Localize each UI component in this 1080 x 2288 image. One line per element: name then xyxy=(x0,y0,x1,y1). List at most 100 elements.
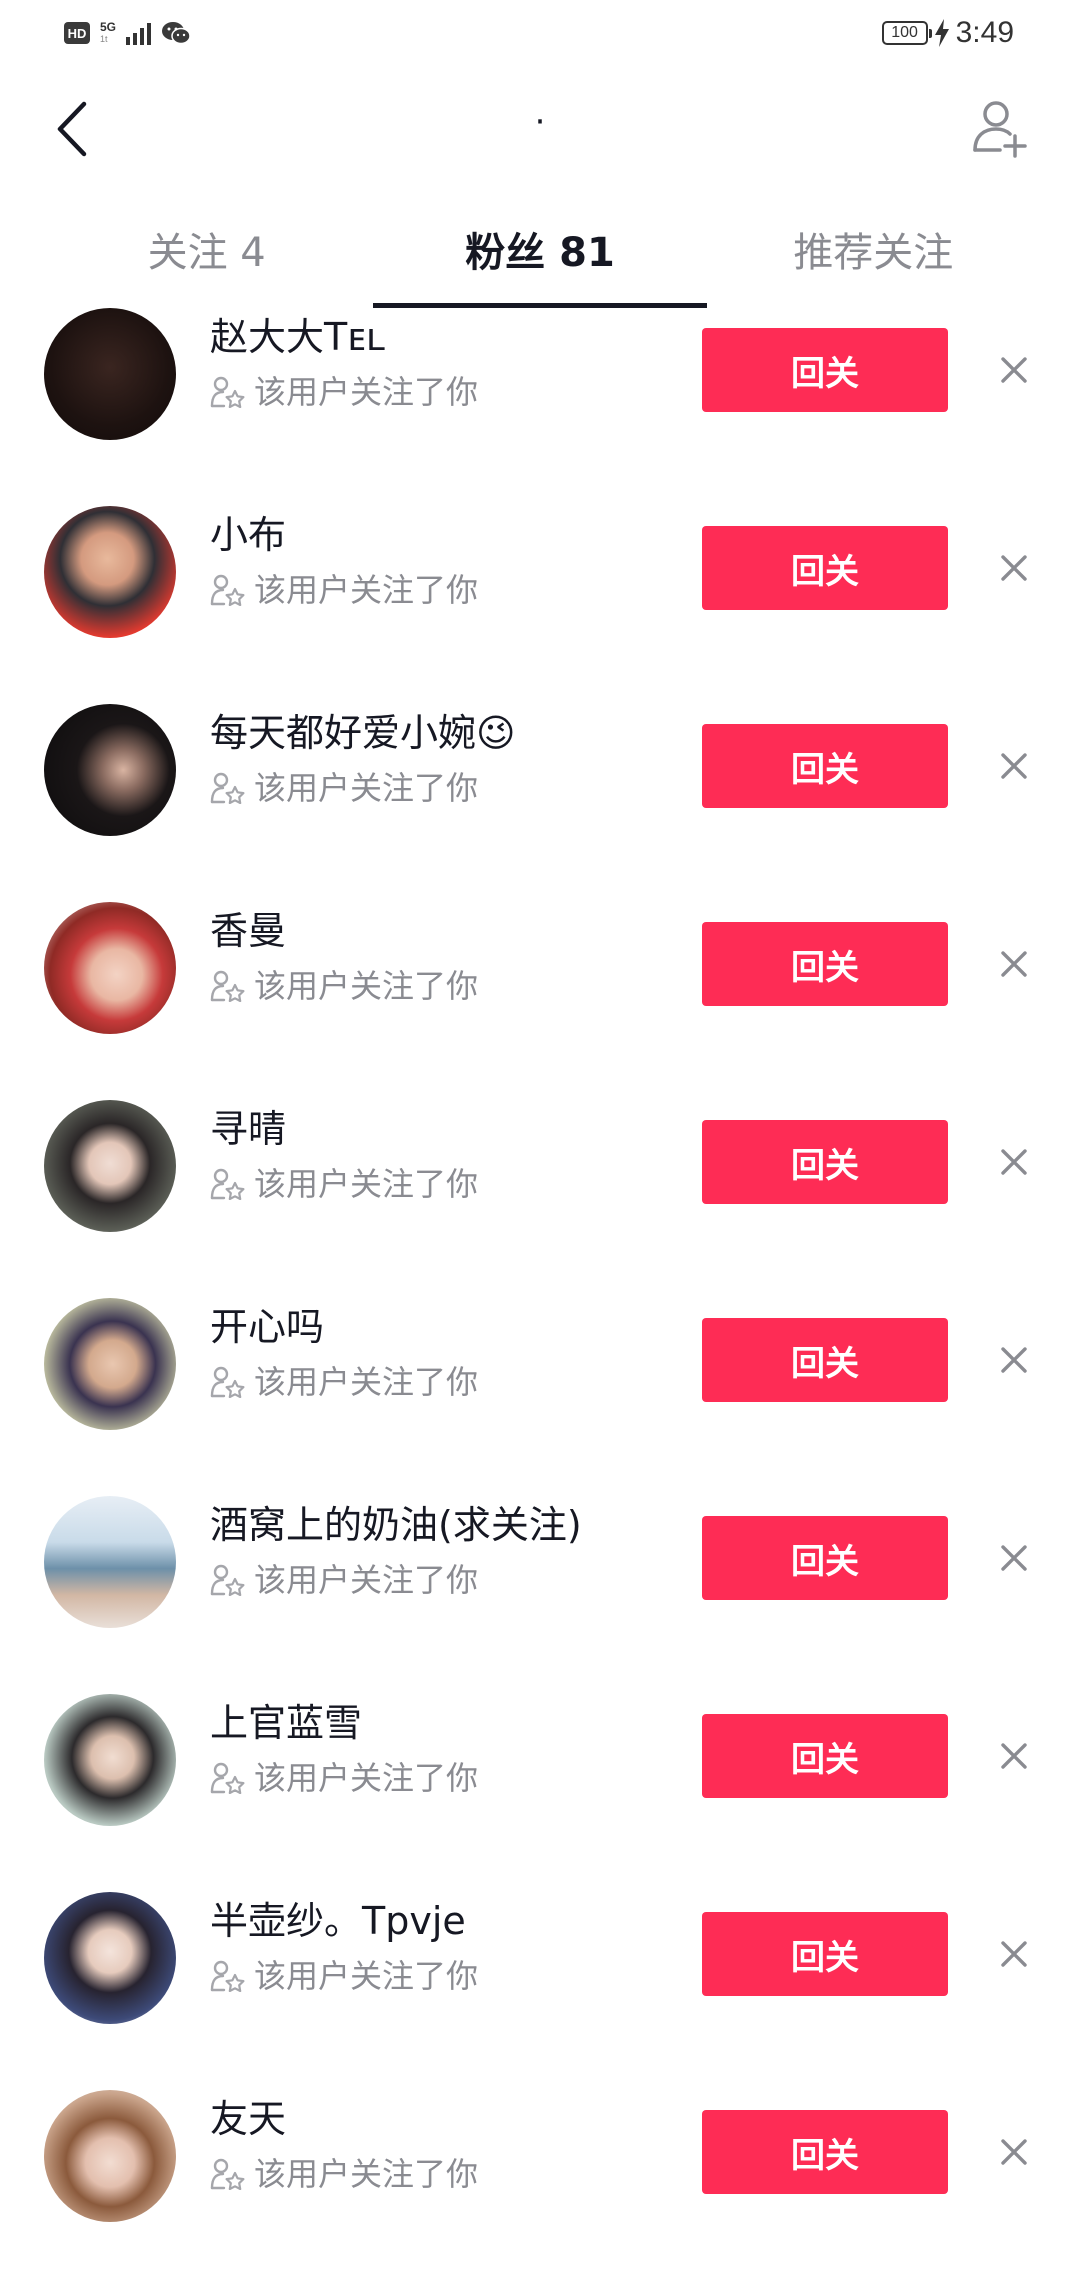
follower-name[interactable]: 香曼 xyxy=(210,906,690,956)
follower-info: 香曼 该用户关注了你 xyxy=(210,906,690,1006)
follows-you-label: 该用户关注了你 xyxy=(254,1957,479,1995)
follower-subtitle: 该用户关注了你 xyxy=(210,966,690,1006)
follows-you-icon xyxy=(210,1564,245,1596)
follows-you-label: 该用户关注了你 xyxy=(254,1561,479,1599)
follower-row: 寻晴 该用户关注了你 回关 xyxy=(0,1100,1080,1298)
follower-row: 小布 该用户关注了你 回关 xyxy=(0,506,1080,704)
follow-back-button[interactable]: 回关 xyxy=(702,1516,948,1600)
close-icon xyxy=(1001,1545,1027,1571)
close-icon xyxy=(1001,1941,1027,1967)
avatar[interactable] xyxy=(44,308,176,440)
tab-bar: 关注 4 粉丝 81 推荐关注 xyxy=(40,190,1040,308)
follower-info: 友天 该用户关注了你 xyxy=(210,2094,690,2194)
follower-subtitle: 该用户关注了你 xyxy=(210,768,690,808)
tab-recommended[interactable]: 推荐关注 xyxy=(707,190,1040,308)
follow-back-button[interactable]: 回关 xyxy=(702,2110,948,2194)
follow-back-button[interactable]: 回关 xyxy=(702,1912,948,1996)
follower-info: 寻晴 该用户关注了你 xyxy=(210,1104,690,1204)
follows-you-label: 该用户关注了你 xyxy=(254,1759,479,1797)
follows-you-icon xyxy=(210,2158,245,2190)
follow-back-button[interactable]: 回关 xyxy=(702,1714,948,1798)
status-right-group: 100 3:49 xyxy=(881,16,1014,50)
follows-you-icon xyxy=(210,1960,245,1992)
avatar[interactable] xyxy=(44,1100,176,1232)
remove-follower-button[interactable] xyxy=(990,1930,1038,1978)
follow-back-button[interactable]: 回关 xyxy=(702,1318,948,1402)
remove-follower-button[interactable] xyxy=(990,1336,1038,1384)
avatar[interactable] xyxy=(44,1694,176,1826)
follower-row: 上官蓝雪 该用户关注了你 回关 xyxy=(0,1694,1080,1892)
close-icon xyxy=(1001,357,1027,383)
remove-follower-button[interactable] xyxy=(990,742,1038,790)
follower-info: 开心吗 该用户关注了你 xyxy=(210,1302,690,1402)
battery-icon: 100 xyxy=(881,21,932,45)
follower-name[interactable]: 每天都好爱小婉😉 xyxy=(210,708,690,758)
follower-name[interactable]: 小布 xyxy=(210,510,690,560)
close-icon xyxy=(1001,1149,1027,1175)
status-time: 3:49 xyxy=(955,16,1014,49)
avatar[interactable] xyxy=(44,1298,176,1430)
follows-you-icon xyxy=(210,574,245,606)
remove-follower-button[interactable] xyxy=(990,544,1038,592)
follow-back-button[interactable]: 回关 xyxy=(702,724,948,808)
follower-info: 酒窝上的奶油(求关注) 该用户关注了你 xyxy=(210,1500,690,1600)
follower-row: 开心吗 该用户关注了你 回关 xyxy=(0,1298,1080,1496)
tab-following[interactable]: 关注 4 xyxy=(40,190,373,308)
add-user-icon xyxy=(973,101,1027,158)
avatar[interactable] xyxy=(44,1892,176,2024)
follow-back-button[interactable]: 回关 xyxy=(702,922,948,1006)
follower-subtitle: 该用户关注了你 xyxy=(210,570,690,610)
follower-subtitle: 该用户关注了你 xyxy=(210,1758,690,1798)
follow-back-button[interactable]: 回关 xyxy=(702,328,948,412)
follower-subtitle: 该用户关注了你 xyxy=(210,1560,690,1600)
follower-name[interactable]: 友天 xyxy=(210,2094,690,2144)
wechat-icon xyxy=(162,22,191,45)
follower-name[interactable]: 上官蓝雪 xyxy=(210,1698,690,1748)
remove-follower-button[interactable] xyxy=(990,1138,1038,1186)
tab-fans[interactable]: 粉丝 81 xyxy=(373,190,707,308)
remove-follower-button[interactable] xyxy=(990,1732,1038,1780)
avatar[interactable] xyxy=(44,506,176,638)
avatar[interactable] xyxy=(44,704,176,836)
remove-follower-button[interactable] xyxy=(990,346,1038,394)
status-left-group: HD 5G 1t xyxy=(64,18,191,48)
follows-you-label: 该用户关注了你 xyxy=(254,967,479,1005)
follows-you-label: 该用户关注了你 xyxy=(254,373,479,411)
close-icon xyxy=(1001,753,1027,779)
close-icon xyxy=(1001,1743,1027,1769)
status-bar: HD 5G 1t 100 3:49 xyxy=(0,0,1080,66)
avatar[interactable] xyxy=(44,1496,176,1628)
follower-subtitle: 该用户关注了你 xyxy=(210,1956,690,1996)
follower-list: 赵大大Tᴇʟ 该用户关注了你 回关 小布 该用户关注了你 回关 每天都好爱小婉� xyxy=(0,308,1080,2288)
follower-name[interactable]: 开心吗 xyxy=(210,1302,690,1352)
follower-row: 酒窝上的奶油(求关注) 该用户关注了你 回关 xyxy=(0,1496,1080,1694)
follows-you-label: 该用户关注了你 xyxy=(254,1165,479,1203)
follows-you-icon xyxy=(210,970,245,1002)
follow-back-button[interactable]: 回关 xyxy=(702,1120,948,1204)
follower-info: 半壶纱。Tpvje 该用户关注了你 xyxy=(210,1896,690,1996)
close-icon xyxy=(1001,2139,1027,2165)
follower-name[interactable]: 赵大大Tᴇʟ xyxy=(210,312,690,362)
remove-follower-button[interactable] xyxy=(990,2128,1038,2176)
close-icon xyxy=(1001,555,1027,581)
remove-follower-button[interactable] xyxy=(990,1534,1038,1582)
follower-subtitle: 该用户关注了你 xyxy=(210,372,690,412)
follows-you-icon xyxy=(210,772,245,804)
avatar[interactable] xyxy=(44,2090,176,2222)
follower-name[interactable]: 寻晴 xyxy=(210,1104,690,1154)
add-friend-button[interactable] xyxy=(964,92,1036,164)
charging-icon xyxy=(934,19,949,47)
close-icon xyxy=(1001,1347,1027,1373)
network-type: 5G 1t xyxy=(100,21,116,45)
follower-subtitle: 该用户关注了你 xyxy=(210,2154,690,2194)
follower-name[interactable]: 酒窝上的奶油(求关注) xyxy=(210,1500,690,1550)
follower-name[interactable]: 半壶纱。Tpvje xyxy=(210,1896,690,1946)
hd-icon: HD xyxy=(64,22,90,44)
follows-you-icon xyxy=(210,1168,245,1200)
follows-you-label: 该用户关注了你 xyxy=(254,1363,479,1401)
remove-follower-button[interactable] xyxy=(990,940,1038,988)
follower-row: 友天 该用户关注了你 回关 xyxy=(0,2090,1080,2288)
follow-back-button[interactable]: 回关 xyxy=(702,526,948,610)
avatar[interactable] xyxy=(44,902,176,1034)
close-icon xyxy=(1001,951,1027,977)
